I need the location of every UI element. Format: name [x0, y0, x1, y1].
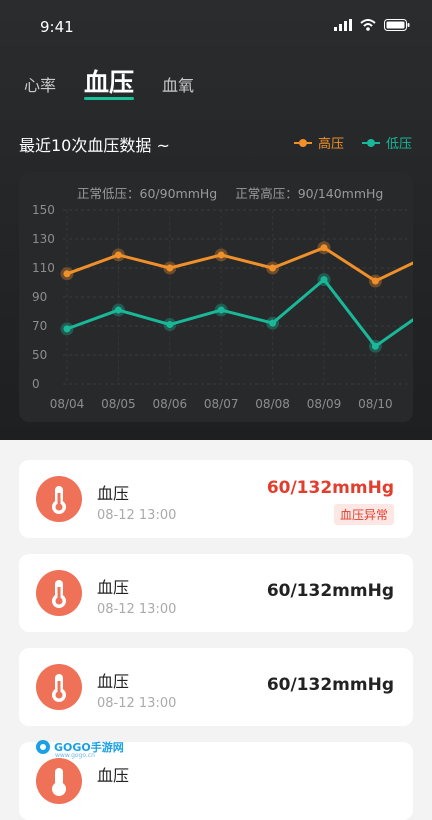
legend-high: 高压 — [293, 133, 344, 152]
x-tick-label: 08/08 — [255, 397, 290, 411]
bp-line-chart: 0 50 70 90 110 130 150 08/04 08/05 08/06 08/07 08/0… — [32, 203, 413, 411]
y-tick-label: 0 — [32, 377, 40, 391]
watermark-sub: www.gogo.cn — [55, 752, 95, 759]
high-pressure-point — [217, 251, 225, 259]
record-value: 60/132mmHg — [266, 478, 394, 498]
thermometer-icon — [52, 674, 66, 702]
section-title: 最近10次血压数据 ~ — [19, 136, 170, 155]
chart-legend: 高压 低压 — [293, 133, 412, 152]
y-tick-label: 130 — [32, 232, 55, 246]
record-icon-bg — [36, 476, 82, 522]
x-tick-label: 08/07 — [204, 397, 239, 411]
record-icon-bg — [36, 664, 82, 710]
record-card[interactable]: 血压 08-12 13:00 60/132mmHg — [19, 554, 413, 632]
tab-blood-pressure[interactable]: 血压 — [84, 68, 135, 100]
record-time: 08-12 13:00 — [97, 508, 177, 523]
high-pressure-point — [269, 264, 277, 272]
record-name: 血压 — [97, 484, 130, 503]
status-bar: 9:41 — [40, 16, 410, 38]
low-pressure-point — [166, 321, 174, 329]
legend-high-label: 高压 — [317, 137, 344, 152]
low-pressure-point — [371, 342, 379, 350]
record-name: 血压 — [97, 672, 130, 691]
y-tick-label: 50 — [32, 348, 47, 362]
record-time: 08-12 13:00 — [97, 696, 177, 711]
x-tick-label: 08/10 — [358, 397, 393, 411]
thermometer-icon — [52, 768, 66, 796]
watermark-logo: GOGO手游网 www.gogo.cn — [35, 739, 124, 759]
low-pressure-point — [217, 306, 225, 314]
status-time: 9:41 — [40, 18, 74, 36]
status-icons — [334, 19, 410, 31]
thermometer-icon — [52, 486, 66, 514]
high-pressure-point — [166, 264, 174, 272]
legend-low: 低压 — [361, 133, 412, 152]
record-card[interactable]: 血压 08-12 13:00 60/132mmHg 血压异常 — [19, 460, 413, 538]
low-pressure-point — [63, 325, 71, 333]
record-icon-bg — [36, 570, 82, 616]
y-tick-label: 110 — [32, 261, 55, 275]
record-value: 60/132mmHg — [266, 581, 394, 601]
high-pressure-point — [320, 244, 328, 252]
y-tick-label: 90 — [32, 290, 47, 304]
record-time: 08-12 13:00 — [97, 602, 177, 617]
low-pressure-point — [114, 306, 122, 314]
abnormal-badge: 血压异常 — [333, 504, 394, 525]
chart-card: 正常低压：60/90mmHg 正常高压：90/140mmHg 0 50 70 90 11… — [19, 172, 413, 422]
gogo-logo-icon — [36, 740, 50, 754]
legend-low-label: 低压 — [385, 137, 412, 152]
record-value: 60/132mmHg — [266, 675, 394, 695]
low-pressure-point — [320, 276, 328, 284]
y-tick-label: 150 — [32, 203, 55, 217]
wifi-icon — [360, 19, 376, 31]
legend-low-marker — [361, 138, 380, 148]
record-name: 血压 — [97, 766, 130, 785]
x-tick-label: 08/06 — [153, 397, 188, 411]
high-pressure-point — [114, 251, 122, 259]
record-card[interactable]: 血压 08-12 13:00 60/132mmHg — [19, 648, 413, 726]
record-name: 血压 — [97, 578, 130, 597]
x-tick-label: 08/05 — [101, 397, 136, 411]
tab-blood-oxygen[interactable]: 血氧 — [162, 74, 194, 98]
x-tick-label: 08/09 — [307, 397, 342, 411]
low-pressure-point — [269, 319, 277, 327]
record-icon-bg — [36, 758, 82, 804]
battery-icon — [384, 19, 410, 31]
high-pressure-point — [63, 270, 71, 278]
thermometer-icon — [52, 580, 66, 608]
signal-icon — [334, 19, 352, 31]
high-pressure-point — [371, 277, 379, 285]
tab-heart-rate[interactable]: 心率 — [24, 74, 56, 98]
y-tick-label: 70 — [32, 319, 47, 333]
legend-high-marker — [293, 138, 312, 148]
metric-tabs: 心率 血压 血氧 — [24, 68, 222, 100]
x-tick-label: 08/04 — [50, 397, 85, 411]
